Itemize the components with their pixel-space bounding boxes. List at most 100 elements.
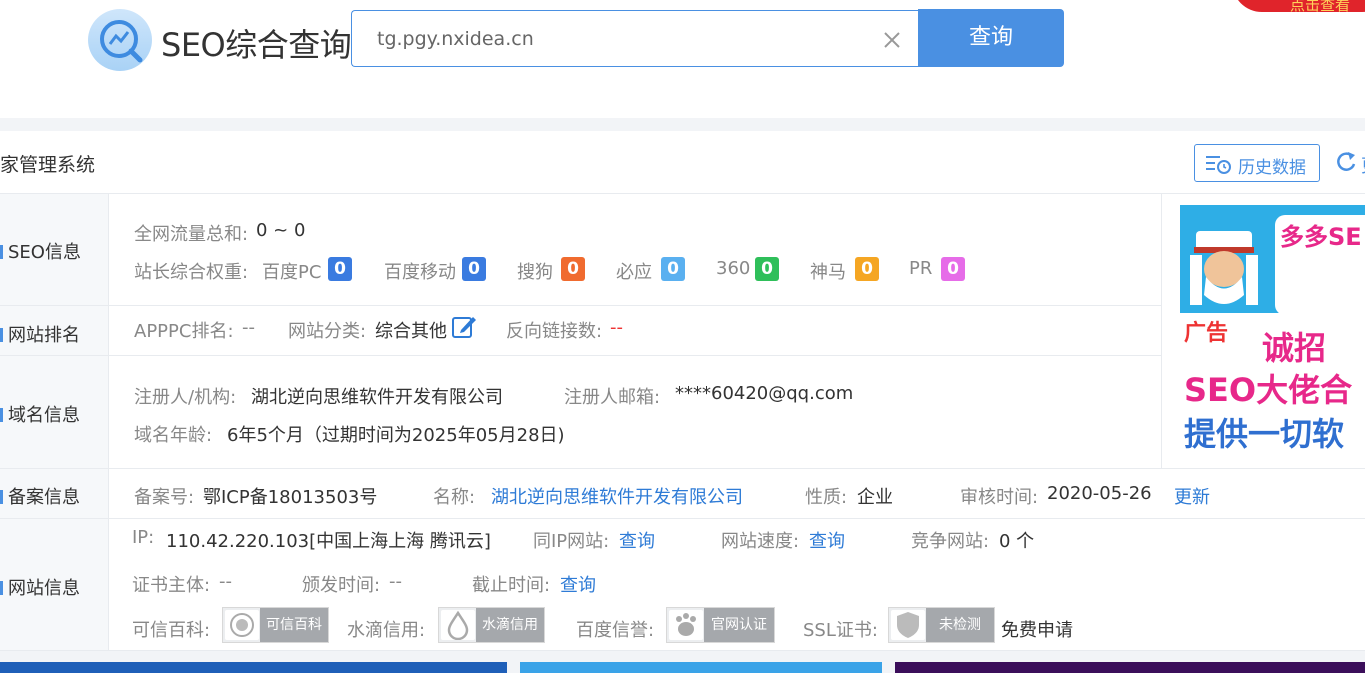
ssl-label: SSL证书: bbox=[803, 620, 878, 641]
audit-time-value: 2020-05-26 bbox=[1047, 483, 1152, 504]
traffic-label: 全网流量总和: bbox=[134, 224, 249, 245]
same-ip-label: 同IP网站: bbox=[533, 531, 610, 552]
baidu-paw-icon bbox=[669, 610, 703, 640]
registrant-value: 湖北逆向思维软件开发有限公司 bbox=[251, 387, 503, 408]
traffic-value: 0 ~ 0 bbox=[256, 220, 306, 241]
baidu-credit-label: 百度信誉: bbox=[576, 620, 655, 641]
bottom-ad-banner-2[interactable] bbox=[520, 662, 882, 673]
backlinks-label: 反向链接数: bbox=[506, 321, 603, 342]
weight-pr-label[interactable]: PR bbox=[909, 258, 932, 279]
speed-link[interactable]: 查询 bbox=[809, 527, 845, 553]
corner-badge-label: 点击查看 bbox=[1290, 0, 1351, 12]
logo-title[interactable]: SEO综合查询 bbox=[161, 20, 352, 66]
shuidi-seal-label: 水滴信用 bbox=[476, 608, 544, 642]
ad-line-6: 提供一切软 bbox=[1184, 415, 1345, 453]
row-marker bbox=[0, 490, 3, 504]
divider bbox=[108, 194, 109, 650]
ssl-seal-label: 未检测 bbox=[926, 608, 994, 642]
weight-bing-label[interactable]: 必应 bbox=[616, 258, 652, 284]
ad-line-5: SEO大佬合 bbox=[1184, 371, 1353, 409]
edit-icon[interactable] bbox=[451, 314, 477, 340]
expire-time-link[interactable]: 查询 bbox=[560, 571, 596, 597]
row-marker bbox=[0, 408, 3, 422]
expire-time-label: 截止时间: bbox=[472, 575, 551, 596]
weight-baidumobile-label[interactable]: 百度移动 bbox=[384, 258, 456, 284]
ip-label: IP: bbox=[132, 527, 155, 548]
domain-age-label: 域名年龄: bbox=[134, 425, 213, 446]
email-label: 注册人邮箱: bbox=[564, 387, 661, 408]
backlinks-value: -- bbox=[610, 317, 623, 338]
ad-character-image bbox=[1182, 225, 1272, 313]
ssl-seal[interactable]: 未检测 bbox=[888, 607, 995, 643]
beian-number-value: 鄂ICP备18013503号 bbox=[203, 487, 378, 508]
clear-icon[interactable] bbox=[880, 28, 904, 52]
same-ip-link[interactable]: 查询 bbox=[619, 527, 655, 553]
divider bbox=[0, 305, 1161, 306]
kexin-seal-icon bbox=[225, 610, 259, 640]
weight-baidupc-badge[interactable]: 0 bbox=[328, 257, 352, 281]
domain-age-value: 6年5个月（过期时间为2025年05月28日) bbox=[227, 425, 565, 446]
apppc-label: APPPC排名: bbox=[134, 321, 234, 342]
weight-shenma-badge[interactable]: 0 bbox=[855, 257, 879, 281]
row-label-site: 网站信息 bbox=[0, 574, 80, 600]
weight-pr-badge[interactable]: 0 bbox=[941, 257, 965, 281]
compete-value: 0 个 bbox=[999, 531, 1035, 552]
row-label-seo-text: SEO信息 bbox=[8, 242, 81, 263]
row-label-rank: 网站排名 bbox=[0, 321, 80, 347]
ad-line-3: TG:qd bbox=[1278, 281, 1352, 306]
weight-baidumobile-badge[interactable]: 0 bbox=[462, 257, 486, 281]
ip-value: 110.42.220.103[中国上海上海 腾讯云] bbox=[166, 531, 491, 552]
weight-360-badge[interactable]: 0 bbox=[755, 257, 779, 281]
row-label-domain: 域名信息 bbox=[0, 401, 80, 427]
email-value: ****60420@qq.com bbox=[675, 383, 854, 404]
row-label-beian-text: 备案信息 bbox=[8, 487, 80, 508]
refresh-label: 更 bbox=[1361, 152, 1365, 178]
category-label: 网站分类: bbox=[288, 321, 367, 342]
beian-name-link[interactable]: 湖北逆向思维软件开发有限公司 bbox=[491, 483, 743, 509]
speed-label: 网站速度: bbox=[721, 531, 800, 552]
divider bbox=[0, 518, 1365, 519]
baidu-credit-seal[interactable]: 官网认证 bbox=[666, 607, 775, 643]
history-icon bbox=[1205, 153, 1233, 180]
row-label-seo: SEO信息 bbox=[0, 238, 81, 264]
row-marker bbox=[0, 245, 3, 259]
history-data-button[interactable]: 历史数据 bbox=[1194, 144, 1320, 182]
search-button[interactable]: 查询 bbox=[918, 9, 1064, 67]
seo-logo-icon[interactable] bbox=[88, 9, 152, 71]
water-drop-icon bbox=[441, 610, 475, 641]
compete-label: 竞争网站: bbox=[911, 531, 990, 552]
cert-subject-value: -- bbox=[219, 571, 232, 592]
update-link[interactable]: 更新 bbox=[1174, 483, 1210, 509]
ssl-apply-link[interactable]: 免费申请 bbox=[1001, 616, 1073, 642]
bottom-ad-banner-1[interactable] bbox=[0, 662, 507, 673]
weight-label: 站长综合权重: bbox=[134, 262, 249, 283]
history-data-label: 历史数据 bbox=[1238, 158, 1306, 178]
weight-shenma-label[interactable]: 神马 bbox=[810, 258, 846, 284]
kexin-seal[interactable]: 可信百科 bbox=[222, 607, 329, 643]
beian-type-value: 企业 bbox=[857, 487, 893, 508]
panel-title: 家管理系统 bbox=[0, 154, 96, 176]
weight-bing-badge[interactable]: 0 bbox=[661, 257, 685, 281]
ad-banner[interactable]: 多多SE QQ:82 TG:qd 广告 诚招 SEO大佬合 提供一切软 bbox=[1180, 205, 1365, 455]
category-value: 综合其他 bbox=[375, 321, 447, 342]
divider bbox=[0, 650, 1365, 651]
divider bbox=[0, 355, 1161, 356]
ad-line-2: QQ:82 bbox=[1278, 249, 1355, 274]
bottom-ad-banner-3[interactable] bbox=[895, 662, 1365, 673]
weight-baidupc-label[interactable]: 百度PC bbox=[262, 258, 321, 284]
ssl-shield-icon bbox=[891, 610, 925, 640]
weight-360-label[interactable]: 360 bbox=[716, 258, 750, 279]
divider bbox=[0, 468, 1365, 469]
shuidi-label: 水滴信用: bbox=[347, 620, 426, 641]
beian-type-label: 性质: bbox=[805, 487, 848, 508]
corner-promo-badge[interactable]: 点击查看 bbox=[1232, 0, 1365, 12]
ad-line-1: 多多SE bbox=[1280, 223, 1362, 251]
weight-sogou-badge[interactable]: 0 bbox=[561, 257, 585, 281]
shuidi-seal[interactable]: 水滴信用 bbox=[438, 607, 545, 643]
row-marker bbox=[0, 328, 3, 342]
weight-sogou-label[interactable]: 搜狗 bbox=[517, 258, 553, 284]
baidu-credit-seal-label: 官网认证 bbox=[704, 608, 774, 642]
search-input-value[interactable]: tg.pgy.nxidea.cn bbox=[377, 28, 534, 50]
divider bbox=[1161, 194, 1162, 468]
registrant-label: 注册人/机构: bbox=[134, 387, 237, 408]
